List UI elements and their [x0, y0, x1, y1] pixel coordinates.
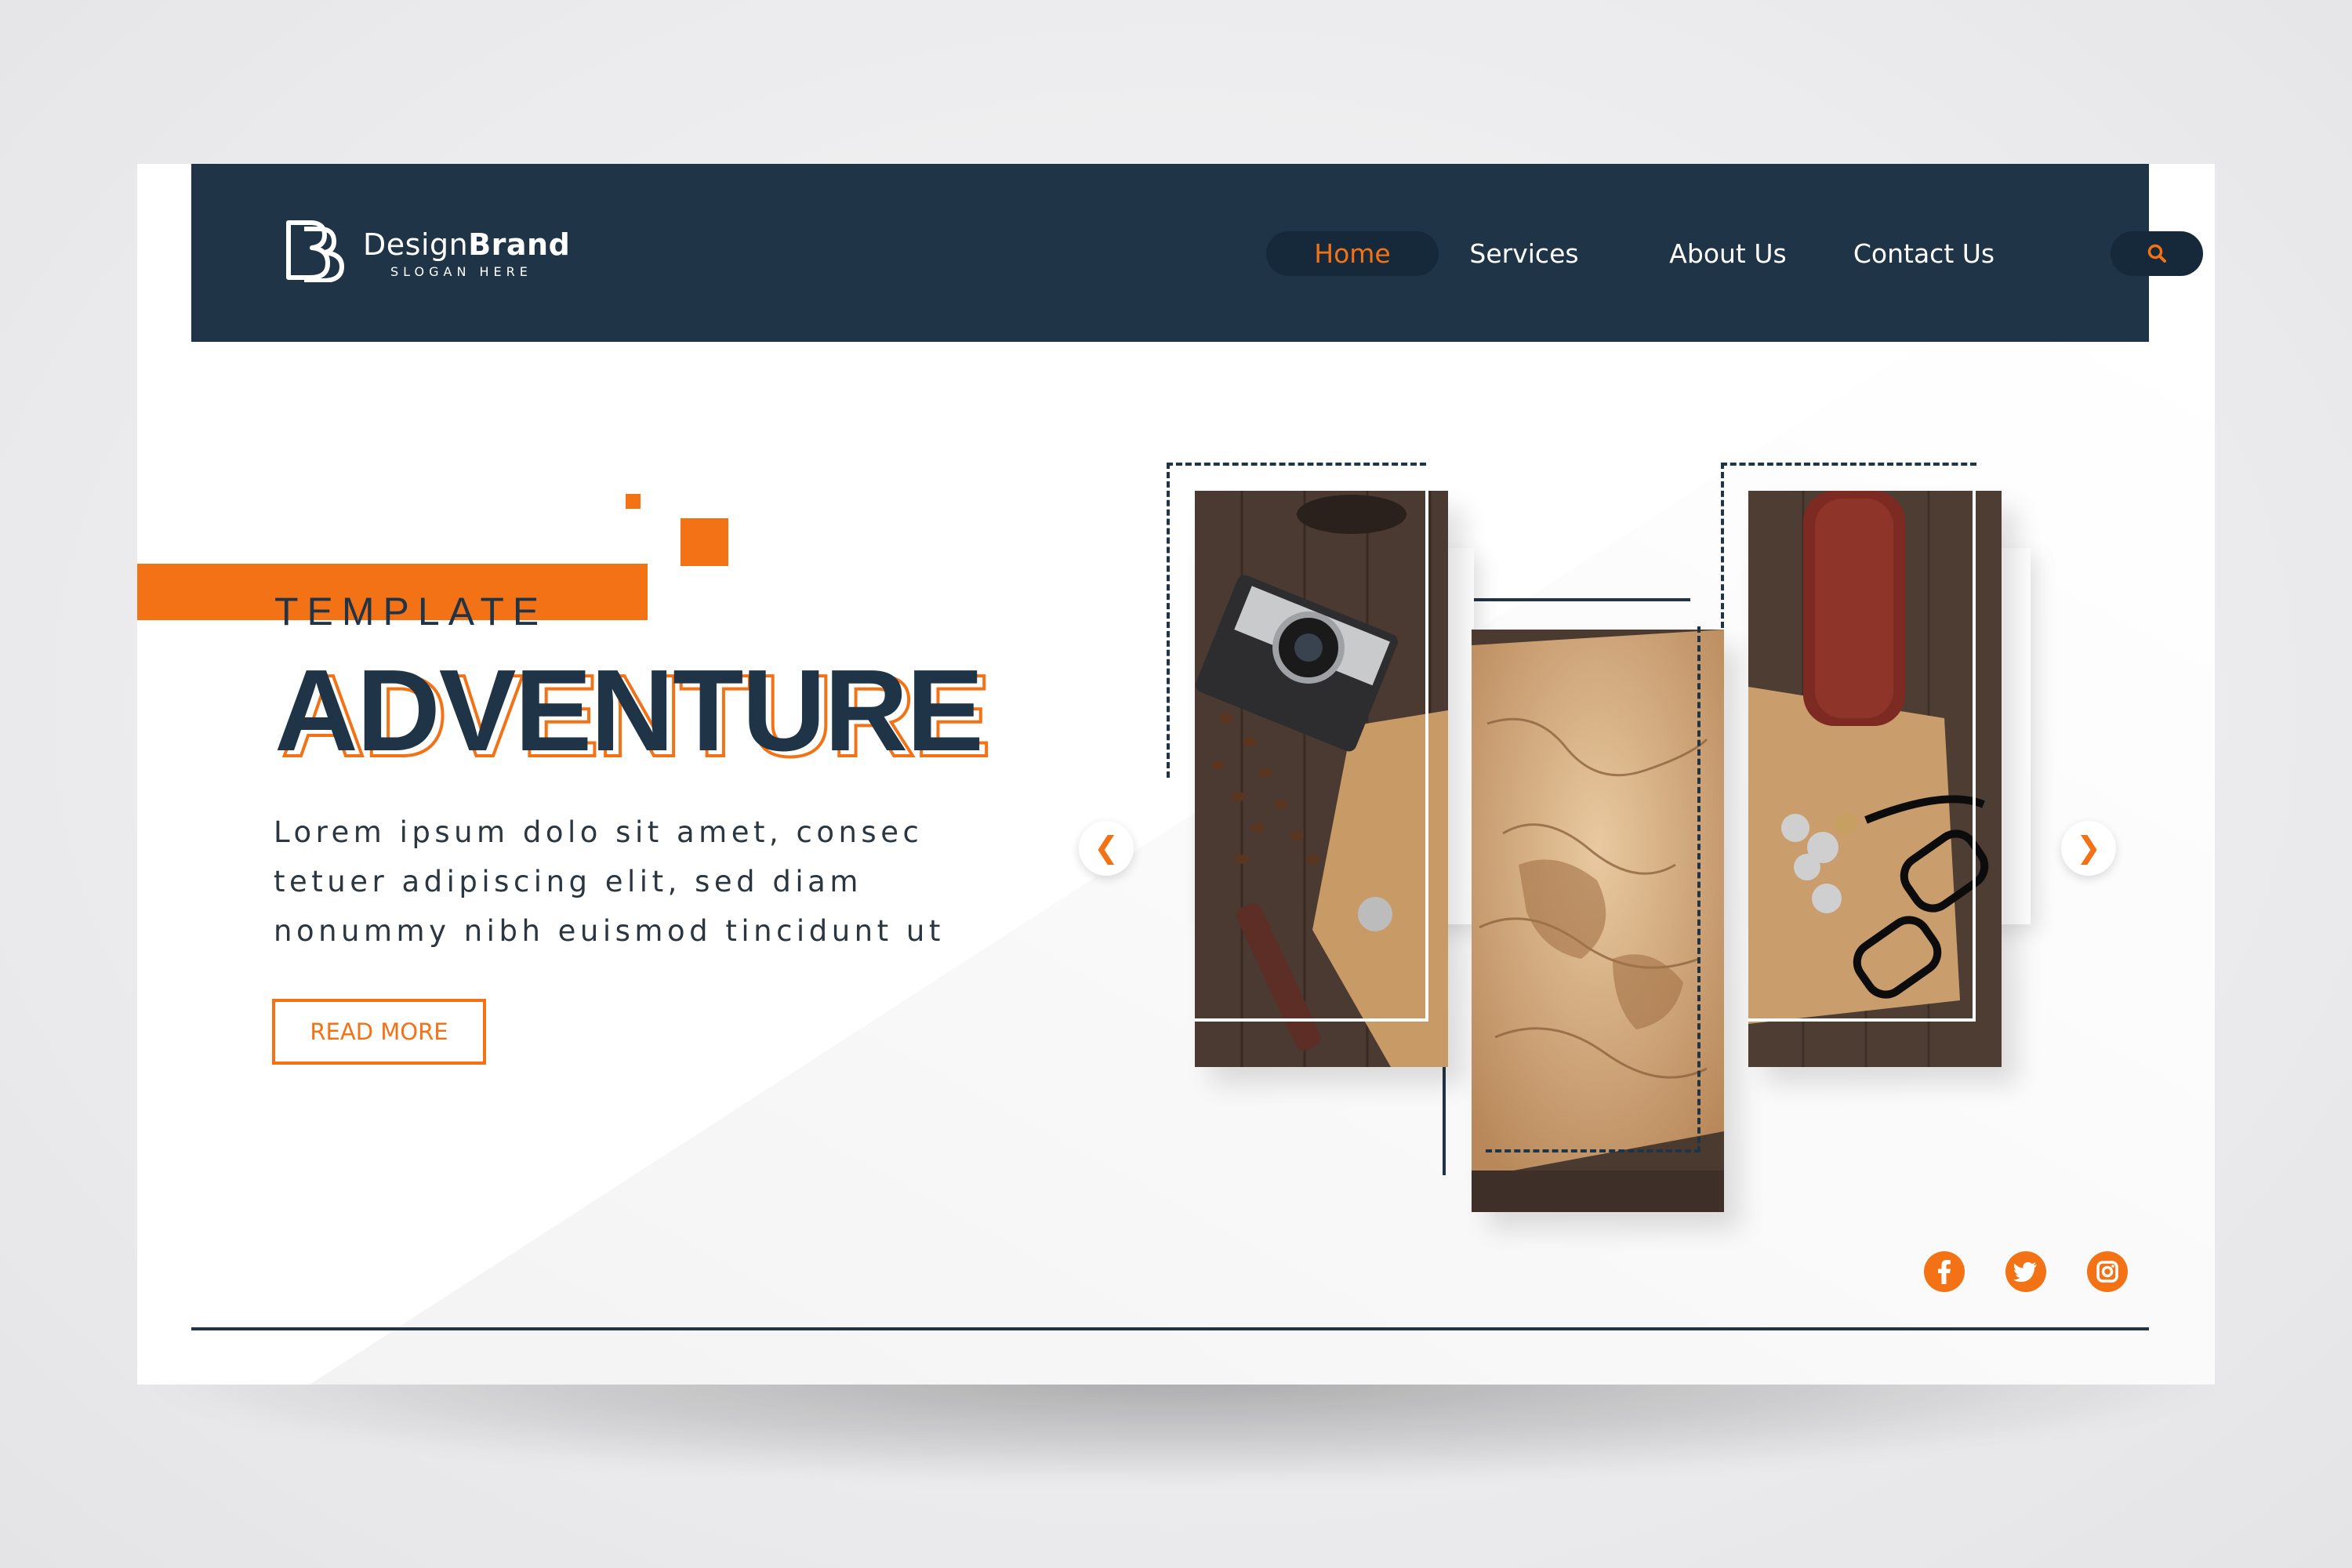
camera-coffee-image [1195, 491, 1448, 1067]
prev-slide-button[interactable]: ❮ [1079, 821, 1134, 876]
hero-headline: ADVENTURE ADVENTURE [274, 646, 1058, 776]
instagram-link[interactable] [2087, 1251, 2128, 1292]
description-line: tetuer adipiscing elit, sed diam [274, 865, 862, 898]
description-line: Lorem ipsum dolo sit amet, consec [274, 815, 924, 849]
nav-item-about-us[interactable]: About Us [1626, 231, 1830, 276]
photo-inner-frame-h [1748, 1018, 1976, 1022]
instagram-icon [2096, 1261, 2118, 1283]
next-slide-button[interactable]: ❯ [2061, 821, 2116, 876]
facebook-icon [1938, 1260, 1951, 1284]
nav-item-home[interactable]: Home [1266, 231, 1439, 276]
search-icon [2147, 244, 2166, 263]
photo-inner-frame-v [1425, 491, 1428, 1021]
camera-coffee-photo[interactable] [1195, 491, 1448, 1067]
facebook-link[interactable] [1924, 1251, 1965, 1292]
brand-name: DesignBrand [363, 227, 571, 262]
brand-slogan: SLOGAN HERE [390, 264, 532, 279]
twitter-icon [2013, 1261, 2037, 1282]
glasses-coins-image [1748, 491, 2002, 1067]
landing-page-card: DesignBrand SLOGAN HERE Home Services Ab… [137, 164, 2215, 1385]
nav-item-contact-us[interactable]: Contact Us [1814, 231, 2034, 276]
hero-headline-text: ADVENTURE [274, 646, 984, 775]
glasses-coins-photo[interactable] [1748, 491, 2002, 1067]
frame-line-horizontal [1443, 598, 1690, 601]
nav-item-services[interactable]: Services [1422, 231, 1626, 276]
footer-divider [191, 1327, 2149, 1330]
description-line: nonummy nibh euismod tincidunt ut [274, 914, 945, 948]
hero-subtitle: TEMPLATE [274, 590, 548, 633]
hero-description: Lorem ipsum dolo sit amet, consec tetuer… [274, 808, 979, 956]
accent-square-large [681, 518, 728, 566]
photo-inner-frame-h [1195, 1018, 1428, 1022]
brand-monogram-icon [286, 220, 344, 282]
read-more-button[interactable]: READ MORE [272, 999, 486, 1065]
twitter-link[interactable] [2005, 1251, 2046, 1292]
accent-square-small [626, 494, 641, 509]
search-button[interactable] [2111, 231, 2203, 276]
brand-logo[interactable]: DesignBrand SLOGAN HERE [284, 218, 597, 289]
photo-inner-frame-v [1973, 491, 1976, 1021]
dashed-frame-middle [1486, 626, 1700, 1152]
top-navbar: DesignBrand SLOGAN HERE Home Services Ab… [191, 164, 2203, 342]
